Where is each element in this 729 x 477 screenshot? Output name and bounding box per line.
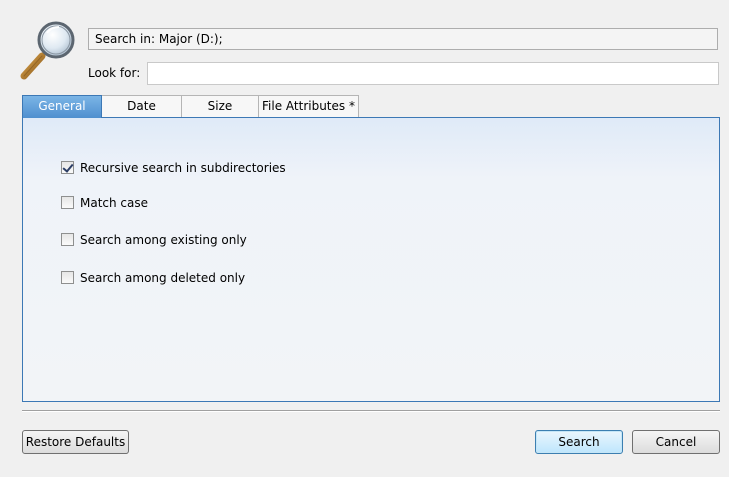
look-for-input[interactable] xyxy=(147,62,719,85)
footer-divider xyxy=(22,410,720,412)
look-for-label: Look for: xyxy=(88,66,141,80)
recursive-search-checkbox[interactable] xyxy=(61,161,74,174)
magnifier-icon xyxy=(20,21,75,80)
match-case-label: Match case xyxy=(80,196,149,210)
restore-defaults-button[interactable]: Restore Defaults xyxy=(22,430,129,454)
general-tab-panel: Recursive search in subdirectories Match… xyxy=(22,117,720,402)
tab-general[interactable]: General xyxy=(22,95,102,118)
search-button[interactable]: Search xyxy=(535,430,623,454)
deleted-only-label: Search among deleted only xyxy=(80,271,246,285)
recursive-search-label: Recursive search in subdirectories xyxy=(80,161,286,175)
tab-file-attributes[interactable]: File Attributes * xyxy=(258,95,359,118)
existing-only-label: Search among existing only xyxy=(80,233,247,247)
match-case-option[interactable]: Match case xyxy=(61,195,148,211)
deleted-only-option[interactable]: Search among deleted only xyxy=(61,270,245,286)
existing-only-checkbox[interactable] xyxy=(61,233,74,246)
tab-size[interactable]: Size xyxy=(181,95,259,118)
match-case-checkbox[interactable] xyxy=(61,196,74,209)
search-in-field: Search in: Major (D:); xyxy=(88,28,718,50)
deleted-only-checkbox[interactable] xyxy=(61,271,74,284)
recursive-search-option[interactable]: Recursive search in subdirectories xyxy=(61,160,286,176)
existing-only-option[interactable]: Search among existing only xyxy=(61,232,247,248)
cancel-button[interactable]: Cancel xyxy=(632,430,720,454)
tab-date[interactable]: Date xyxy=(101,95,182,118)
